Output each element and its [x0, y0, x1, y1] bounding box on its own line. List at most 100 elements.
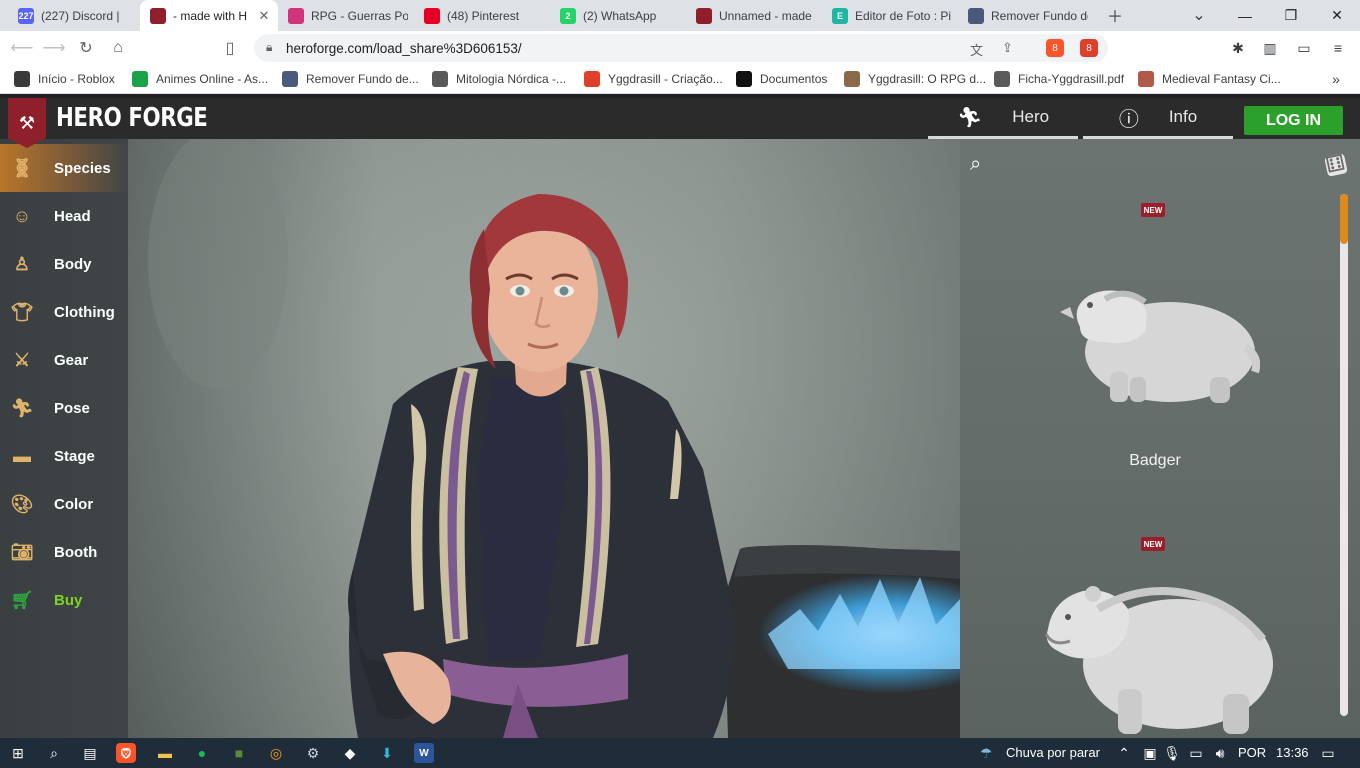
steam-icon[interactable]: ⚙ [303, 743, 323, 763]
word-icon[interactable]: W [414, 743, 434, 763]
tab-title: (2) WhatsApp [583, 8, 657, 23]
nav-item-label: Stage [54, 447, 95, 465]
nav-item-stage[interactable]: ▬ Stage [0, 432, 128, 480]
wallet-icon[interactable]: ▭ [1294, 38, 1314, 58]
app-diamond-icon[interactable]: ◆ [340, 743, 360, 763]
menu-icon[interactable]: ≡ [1328, 38, 1348, 58]
nav-item-clothing[interactable]: 👕︎ Clothing [0, 288, 128, 336]
bookmark-label: Yggdrasill: O RPG d... [868, 72, 987, 86]
nav-item-buy[interactable]: 🛒︎ Buy [0, 576, 128, 624]
bookmark-page-icon[interactable]: ▯ [218, 36, 242, 60]
nav-item-booth[interactable]: 📷︎ Booth [0, 528, 128, 576]
bookmark-label: Remover Fundo de... [306, 72, 419, 86]
nav-item-body[interactable]: ♙ Body [0, 240, 128, 288]
weather-rain-icon[interactable]: ☂ [976, 743, 996, 763]
weather-status[interactable]: Chuva por parar [1006, 745, 1100, 760]
brave-browser-icon[interactable]: 🦁︎ [116, 743, 136, 763]
new-badge: NEW [1141, 203, 1165, 217]
forward-button[interactable]: ⟶ [42, 36, 66, 60]
browser-tab[interactable]: (48) Pinterest [414, 0, 550, 31]
windows-start-icon[interactable]: ⊞ [8, 743, 28, 763]
brave-rewards-icon[interactable]: 8 [1080, 39, 1098, 57]
bookmark-favicon-icon [132, 71, 148, 87]
nav-item-pose[interactable]: 🏃︎ Pose [0, 384, 128, 432]
nav-item-label: Gear [54, 351, 89, 369]
bookmark-favicon-icon [432, 71, 448, 87]
browser-tab[interactable]: Remover Fundo de [958, 0, 1094, 31]
minecraft-icon[interactable]: ■ [229, 743, 249, 763]
randomize-dice-icon[interactable] [1324, 153, 1348, 177]
address-bar[interactable]: 🔒︎ heroforge.com/load_share%3D606153/ 文 … [254, 34, 1108, 62]
app-download-icon[interactable]: ⬇ [377, 743, 397, 763]
reload-button[interactable]: ↻ [74, 36, 98, 60]
tab-hero[interactable]: 🏃︎ Hero [928, 98, 1078, 139]
brave-shield-icon[interactable]: 8 [1046, 39, 1064, 57]
tab-favicon-icon [968, 7, 984, 24]
info-icon: ⓘ [1118, 108, 1139, 131]
translate-icon[interactable]: 文 [970, 40, 983, 59]
file-explorer-icon[interactable]: ▬ [155, 743, 175, 763]
home-button[interactable]: ⌂ [106, 36, 130, 60]
tab-title: Editor de Foto : Pi [855, 8, 952, 23]
browser-tab[interactable]: - made with H ✕ [140, 0, 278, 31]
new-tab-button[interactable]: ＋ [1104, 4, 1126, 26]
bookmark-item[interactable]: Início - Roblox [14, 71, 115, 87]
extensions-icon[interactable]: ✱ [1228, 38, 1248, 58]
search-icon[interactable]: ⌕ [970, 153, 981, 176]
bookmark-item[interactable]: Yggdrasill: O RPG d... [844, 71, 986, 87]
nav-item-color[interactable]: 🎨︎ Color [0, 480, 128, 528]
login-button[interactable]: LOG IN [1244, 106, 1343, 135]
3d-model-viewport[interactable] [128, 139, 960, 738]
nav-item-label: Buy [54, 591, 83, 609]
bookmark-label: Medieval Fantasy Ci... [1162, 72, 1281, 86]
panel-scrollbar-thumb[interactable] [1340, 194, 1348, 244]
url-text[interactable]: heroforge.com/load_share%3D606153/ [286, 41, 522, 56]
minimize-button[interactable]: — [1222, 0, 1268, 31]
bookmark-item[interactable]: Medieval Fantasy Ci... [1138, 71, 1281, 87]
close-window-button[interactable]: ✕ [1314, 0, 1360, 31]
bookmark-item[interactable]: Animes Online - As... [132, 71, 268, 87]
task-view-icon[interactable]: ▤ [80, 743, 100, 763]
bookmark-item[interactable]: Mitologia Nórdica -... [432, 71, 566, 87]
browser-tab[interactable]: Unnamed - made [686, 0, 822, 31]
nav-item-gear[interactable]: ⚔ Gear [0, 336, 128, 384]
panel-scrollbar[interactable] [1340, 194, 1348, 716]
share-icon[interactable]: ⇪ [1002, 40, 1013, 56]
browser-tab[interactable]: 2 (2) WhatsApp [550, 0, 686, 31]
sidebar-icon[interactable]: ▥ [1260, 38, 1280, 58]
overwatch-icon[interactable]: ◎ [266, 743, 286, 763]
input-language[interactable]: POR [1238, 745, 1266, 760]
bookmark-item[interactable]: Yggdrasill - Criação... [584, 71, 723, 87]
meet-now-icon[interactable]: ▣ [1140, 743, 1160, 763]
spotify-icon[interactable]: ● [192, 743, 212, 763]
taskbar-search-icon[interactable]: ⌕ [44, 743, 64, 763]
close-tab-icon[interactable]: ✕ [256, 8, 272, 24]
builder-category-nav: 🧬︎ Species ☺ Head ♙ Body 👕︎ Clothing ⚔ Gear 🏃︎ Pose… [0, 139, 128, 738]
browser-tab-strip: ＋ ⌄ — ❐ ✕ 227 (227) Discord | - made with … [0, 0, 1360, 31]
more-bookmarks-icon[interactable]: » [1326, 69, 1346, 89]
bookmark-item[interactable]: Remover Fundo de... [282, 71, 419, 87]
volume-icon[interactable]: 🔊︎ [1210, 743, 1230, 763]
browser-tab[interactable]: RPG - Guerras Por [278, 0, 414, 31]
heroforge-logo-text[interactable]: HERO FORGE [56, 103, 208, 133]
bookmark-item[interactable]: Ficha-Yggdrasill.pdf [994, 71, 1124, 87]
nav-item-label: Clothing [54, 303, 115, 321]
network-icon[interactable]: ▭ [1186, 743, 1206, 763]
nav-item-species[interactable]: 🧬︎ Species [0, 144, 128, 192]
restore-button[interactable]: ❐ [1268, 0, 1314, 31]
microphone-icon[interactable]: 🎙︎ [1162, 743, 1182, 763]
back-button[interactable]: ⟵ [10, 36, 34, 60]
heroforge-anvil-logo-icon[interactable]: ⚒ [8, 98, 46, 148]
browser-tab[interactable]: 227 (227) Discord | [8, 0, 138, 31]
bear-model-thumbnail [1044, 586, 1273, 734]
notifications-icon[interactable]: ▭ [1318, 743, 1338, 763]
show-hidden-icons-chevron-icon[interactable]: ⌃ [1114, 743, 1134, 763]
nav-item-head[interactable]: ☺ Head [0, 192, 128, 240]
clock-time[interactable]: 13:36 [1276, 745, 1309, 760]
bookmark-item[interactable]: Documentos [736, 71, 827, 87]
tab-search-chevron-icon[interactable]: ⌄ [1188, 4, 1210, 26]
nav-item-label: Color [54, 495, 94, 513]
tab-info[interactable]: ⓘ Info [1083, 98, 1233, 139]
head-icon: ☺ [12, 205, 32, 226]
browser-tab[interactable]: E Editor de Foto : Pi [822, 0, 958, 31]
